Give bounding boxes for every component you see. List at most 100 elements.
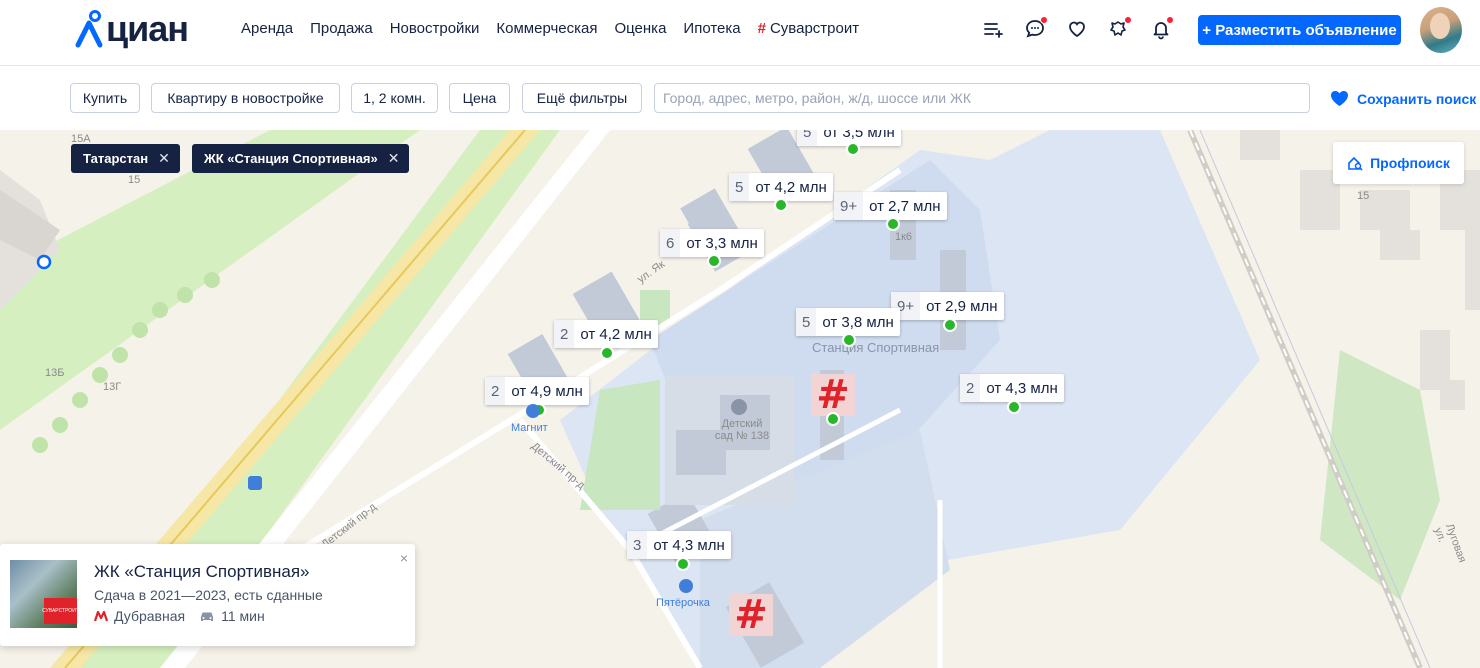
price-pin[interactable]: 3 от 4,3 млн <box>627 531 731 559</box>
heart-filled-icon <box>1331 91 1348 106</box>
profsearch-label: Профпоиск <box>1370 155 1450 171</box>
nav-new-buildings[interactable]: Новостройки <box>390 20 480 37</box>
price-pin[interactable]: 2 от 4,9 млн <box>485 377 589 405</box>
logo-text: циан <box>106 8 189 49</box>
promo-hash-marker[interactable]: # <box>811 372 855 418</box>
notification-dot <box>1166 16 1174 24</box>
building-marker[interactable] <box>676 557 690 571</box>
pin-rooms: 2 <box>960 374 981 402</box>
header-icons <box>982 16 1174 40</box>
saved-search-icon[interactable] <box>1108 16 1132 40</box>
hash-icon: # <box>757 20 766 37</box>
price-filter[interactable]: Цена <box>449 83 510 113</box>
price-pin[interactable]: 6 от 3,3 млн <box>660 229 764 257</box>
building-marker[interactable] <box>943 318 957 332</box>
post-ad-button[interactable]: + Разместить объявление <box>1198 15 1401 45</box>
building-marker[interactable] <box>774 198 788 212</box>
filters-bar: Купить Квартиру в новостройке 1, 2 комн.… <box>0 67 1480 130</box>
close-icon[interactable]: ✕ <box>388 150 400 167</box>
kindergarten-icon <box>731 399 747 415</box>
map-label-13b: 13Б <box>45 367 65 379</box>
car-icon <box>201 612 214 621</box>
pin-rooms: 2 <box>485 377 506 405</box>
nav-promo[interactable]: # Суварстроит <box>758 20 859 37</box>
chat-icon[interactable] <box>1024 16 1048 40</box>
close-icon[interactable]: × <box>400 550 408 566</box>
pin-rooms: 6 <box>660 229 681 257</box>
pin-rooms: 9+ <box>834 192 864 220</box>
chip-region[interactable]: Татарстан ✕ <box>71 144 180 173</box>
price-pin[interactable]: 9+ от 2,9 млн <box>891 292 1004 320</box>
complex-thumbnail[interactable]: СУВАРСТРОИТ <box>10 560 79 628</box>
nav-sale[interactable]: Продажа <box>310 20 373 37</box>
building-marker[interactable] <box>826 412 840 426</box>
bell-icon[interactable] <box>1150 16 1174 40</box>
map-label-13g: 13Г <box>103 381 122 393</box>
map-label-kindergarten: Детский сад № 138 <box>714 418 770 442</box>
shop-icon[interactable] <box>526 404 540 418</box>
cian-logo-icon <box>75 10 103 48</box>
building-marker[interactable] <box>600 346 614 360</box>
compare-list-icon[interactable] <box>982 18 1004 40</box>
promo-hash-marker[interactable]: # <box>729 592 773 638</box>
pin-price: от 3,3 млн <box>686 234 758 252</box>
map[interactable]: 15А 15 13Б 13Г 15 ул. Як Детский пр-д Де… <box>0 130 1480 668</box>
complex-title[interactable]: ЖК «Станция Спортивная» <box>94 562 310 582</box>
nav-mortgage[interactable]: Ипотека <box>683 20 740 37</box>
avatar[interactable] <box>1420 7 1462 53</box>
complex-metro: Дубравная 11 мин <box>94 608 265 624</box>
map-label-1k6: 1к6 <box>895 231 913 243</box>
building-marker[interactable] <box>1007 400 1021 414</box>
price-pin[interactable]: 5 от 3,8 млн <box>796 308 900 336</box>
header: циан Аренда Продажа Новостройки Коммерче… <box>0 0 1480 66</box>
nav-commercial[interactable]: Коммерческая <box>496 20 597 37</box>
nav-valuation[interactable]: Оценка <box>614 20 666 37</box>
complex-deadline: Сдача в 2021—2023, есть сданные <box>94 587 323 603</box>
save-search-label: Сохранить поиск <box>1357 90 1477 107</box>
price-pin[interactable]: 2 от 4,3 млн <box>960 374 1064 402</box>
building-marker[interactable] <box>707 254 721 268</box>
deal-type-filter[interactable]: Купить <box>70 83 140 113</box>
pin-price: от 4,2 млн <box>580 325 652 343</box>
pin-rooms: 5 <box>796 308 817 336</box>
notification-dot <box>1124 16 1132 24</box>
save-search-button[interactable]: Сохранить поиск <box>1330 90 1476 107</box>
metro-station: Дубравная <box>114 608 186 624</box>
search-input[interactable]: Город, адрес, метро, район, ж/д, шоссе и… <box>654 83 1310 113</box>
metro-icon <box>94 610 108 621</box>
pin-price: от 4,3 млн <box>986 379 1058 397</box>
logo[interactable]: циан <box>74 6 189 52</box>
nav-promo-label: Суварстроит <box>769 20 860 37</box>
pin-price: от 4,3 млн <box>653 536 725 554</box>
pin-rooms: 5 <box>797 130 818 146</box>
complex-card[interactable]: СУВАРСТРОИТ ЖК «Станция Спортивная» Сдач… <box>0 544 415 646</box>
chip-label: Татарстан <box>83 151 149 166</box>
travel-time: 11 мин <box>221 608 265 624</box>
chip-label: ЖК «Станция Спортивная» <box>204 151 378 166</box>
price-pin[interactable]: 2 от 4,2 млн <box>554 320 658 348</box>
developer-logo: СУВАРСТРОИТ <box>42 598 79 624</box>
profsearch-button[interactable]: Профпоиск <box>1333 142 1464 184</box>
more-filters-button[interactable]: Ещё фильтры <box>522 83 642 113</box>
notification-dot <box>1040 16 1048 24</box>
shop-icon[interactable] <box>679 579 693 593</box>
nav-rent[interactable]: Аренда <box>241 20 293 37</box>
pin-rooms: 2 <box>554 320 575 348</box>
heart-icon[interactable] <box>1066 18 1088 40</box>
price-pin[interactable]: 5 от 4,2 млн <box>729 173 833 201</box>
building-marker[interactable] <box>886 217 900 231</box>
map-label-magnit: Магнит <box>511 422 548 434</box>
building-marker[interactable] <box>842 333 856 347</box>
chip-complex[interactable]: ЖК «Станция Спортивная» ✕ <box>192 144 410 173</box>
building-marker[interactable] <box>846 142 860 156</box>
pin-rooms: 5 <box>729 173 750 201</box>
close-icon[interactable]: ✕ <box>158 150 170 167</box>
price-pin[interactable]: 9+ от 2,7 млн <box>834 192 947 220</box>
pin-price: от 4,9 млн <box>511 382 583 400</box>
bus-stop-icon[interactable] <box>248 476 262 490</box>
house-search-icon <box>1348 156 1363 171</box>
map-label-15: 15 <box>128 174 141 186</box>
rooms-filter[interactable]: 1, 2 комн. <box>351 83 438 113</box>
object-type-filter[interactable]: Квартиру в новостройке <box>151 83 340 113</box>
map-label-15-right: 15 <box>1357 190 1370 202</box>
